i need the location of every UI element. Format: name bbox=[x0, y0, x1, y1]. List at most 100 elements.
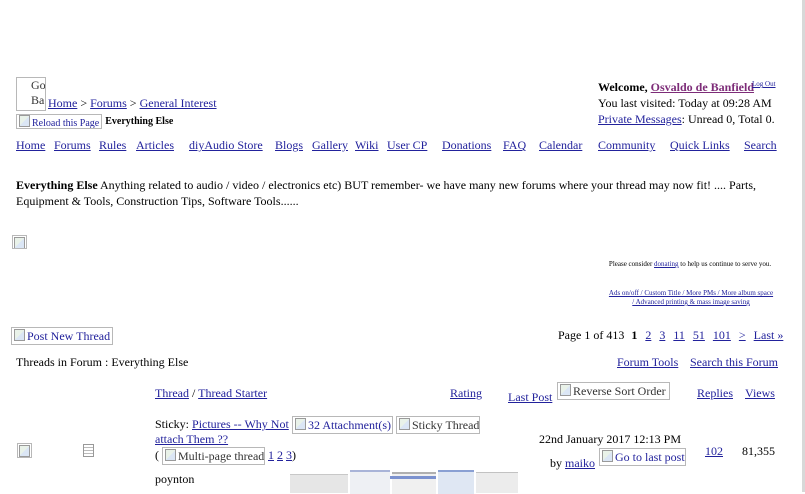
threads-in-forum-name: : Everything Else bbox=[105, 355, 189, 369]
pagination: Page 1 of 413 1 2 3 11 51 101 > Last » bbox=[558, 328, 783, 343]
attachment-thumbnail bbox=[350, 470, 390, 494]
reload-alt-text: Reload this Page bbox=[32, 117, 100, 129]
col-separator: / bbox=[191, 386, 196, 400]
nav-donations[interactable]: Donations bbox=[442, 138, 491, 153]
thread-title-line-1: Sticky: Pictures -- Why Not bbox=[155, 417, 289, 432]
thread-status-icon bbox=[17, 443, 32, 458]
donate-perks-link-1[interactable]: Ads on/off / Custom Title / More PMs / M… bbox=[609, 289, 773, 297]
post-new-thread-alt: Post New Thread bbox=[27, 329, 111, 343]
nav-blogs[interactable]: Blogs bbox=[275, 138, 303, 153]
attachment-thumbnail bbox=[438, 470, 474, 494]
nav-articles[interactable]: Articles bbox=[136, 138, 174, 153]
multipage-icon bbox=[165, 449, 176, 461]
logo-alt-2: Ba bbox=[31, 93, 45, 107]
search-this-forum-menu[interactable]: Search this Forum bbox=[690, 355, 778, 370]
sort-by-views[interactable]: Views bbox=[745, 386, 775, 401]
private-messages-link[interactable]: Private Messages bbox=[598, 112, 682, 126]
reverse-sort-order-button[interactable]: Reverse Sort Order bbox=[557, 382, 670, 400]
logo-alt-1: Go bbox=[31, 78, 46, 92]
threads-in-forum-header: Threads in Forum : Everything Else bbox=[16, 355, 188, 370]
go-to-last-post-button[interactable]: Go to last post bbox=[599, 448, 686, 466]
open-paren: ( bbox=[155, 448, 159, 462]
close-paren: ) bbox=[292, 448, 296, 462]
nav-quick-links[interactable]: Quick Links bbox=[670, 138, 730, 153]
page-current: 1 bbox=[631, 328, 638, 342]
col-thread-header: Thread / Thread Starter bbox=[155, 386, 267, 401]
last-post-user-link[interactable]: maiko bbox=[565, 456, 595, 470]
page-11[interactable]: 11 bbox=[673, 328, 685, 342]
attachments-button[interactable]: 32 Attachment(s) bbox=[292, 416, 393, 434]
banner-image[interactable] bbox=[12, 235, 27, 249]
donate-post-text: to help us continue to serve you. bbox=[680, 260, 772, 268]
nav-faq[interactable]: FAQ bbox=[503, 138, 526, 153]
threads-in-forum-label: Threads in Forum bbox=[16, 355, 102, 369]
last-visited-text: You last visited: Today at 09:28 AM bbox=[598, 96, 772, 110]
reload-icon bbox=[19, 114, 30, 127]
pin-icon bbox=[399, 418, 410, 430]
thread-title-link-cont[interactable]: attach Them ?? bbox=[155, 432, 228, 447]
thread-page-1[interactable]: 1 bbox=[268, 448, 274, 462]
attachment-thumbnail bbox=[290, 474, 348, 493]
sticky-thread-icon: Sticky Thread bbox=[396, 416, 480, 434]
nav-community[interactable]: Community bbox=[598, 138, 655, 153]
nav-search[interactable]: Search bbox=[744, 138, 777, 153]
post-icon bbox=[83, 444, 94, 457]
logout-link[interactable]: Log Out bbox=[752, 80, 776, 88]
breadcrumb-general-interest[interactable]: General Interest bbox=[140, 96, 217, 110]
forum-description-title: Everything Else bbox=[16, 178, 98, 192]
reload-page-button[interactable]: Reload this Page bbox=[16, 113, 103, 129]
donate-perks-link-2[interactable]: / Advanced printing & mass image saving bbox=[632, 298, 749, 306]
page-101[interactable]: 101 bbox=[713, 328, 731, 342]
sort-by-last-post[interactable]: Last Post bbox=[508, 390, 552, 405]
current-forum-title: Everything Else bbox=[105, 116, 174, 127]
sort-by-replies[interactable]: Replies bbox=[697, 386, 733, 401]
nav-diyaudio-store[interactable]: diyAudio Store bbox=[189, 138, 263, 153]
page-last[interactable]: Last » bbox=[754, 328, 784, 342]
reload-row: Reload this Page Everything Else bbox=[16, 113, 173, 129]
sort-by-thread-starter[interactable]: Thread Starter bbox=[198, 386, 267, 400]
page-label: Page 1 of 413 bbox=[558, 328, 625, 342]
welcome-label: Welcome, bbox=[598, 80, 648, 94]
breadcrumb-separator: > bbox=[80, 96, 88, 110]
last-post-date: 22nd January 2017 12:13 PM bbox=[539, 432, 681, 446]
thread-starter: poynton bbox=[155, 472, 195, 486]
breadcrumb-home[interactable]: Home bbox=[48, 96, 77, 110]
nav-calendar[interactable]: Calendar bbox=[539, 138, 582, 153]
attachment-thumbnail bbox=[476, 472, 518, 493]
private-messages: Private Messages: Unread 0, Total 0. bbox=[598, 112, 775, 127]
thread-title-link[interactable]: Pictures -- Why Not bbox=[192, 417, 289, 431]
forum-description: Everything Else Anything related to audi… bbox=[16, 177, 786, 209]
sort-icon bbox=[560, 384, 571, 396]
donate-pre-text: Please consider bbox=[608, 260, 653, 268]
nav-user-cp[interactable]: User CP bbox=[387, 138, 427, 153]
breadcrumb-separator: > bbox=[129, 96, 137, 110]
forum-tools-menu[interactable]: Forum Tools bbox=[617, 355, 678, 370]
nav-gallery[interactable]: Gallery bbox=[312, 138, 348, 153]
page-next[interactable]: > bbox=[739, 328, 746, 342]
page-51[interactable]: 51 bbox=[693, 328, 705, 342]
replies-count-link[interactable]: 102 bbox=[705, 444, 723, 459]
donate-box: Please consider donating to help us cont… bbox=[602, 260, 778, 269]
thread-pages: ( Multi-page thread 1 2 3) bbox=[155, 447, 296, 465]
sticky-label: Sticky: bbox=[155, 417, 190, 431]
user-welcome: Welcome, Osvaldo de Banfield bbox=[598, 80, 754, 95]
multipage-alt: Multi-page thread bbox=[178, 449, 265, 463]
donate-link[interactable]: donating bbox=[654, 260, 679, 268]
nav-home[interactable]: Home bbox=[16, 138, 45, 153]
post-new-thread-button[interactable]: Post New Thread bbox=[11, 327, 113, 345]
breadcrumb-forums[interactable]: Forums bbox=[90, 96, 127, 110]
sort-by-thread[interactable]: Thread bbox=[155, 386, 189, 400]
attachment-thumbnails bbox=[290, 468, 518, 494]
nav-wiki[interactable]: Wiki bbox=[355, 138, 379, 153]
username-link[interactable]: Osvaldo de Banfield bbox=[651, 80, 754, 94]
page-3[interactable]: 3 bbox=[659, 328, 665, 342]
page-2[interactable]: 2 bbox=[645, 328, 651, 342]
thread-page-2[interactable]: 2 bbox=[277, 448, 283, 462]
new-thread-icon bbox=[14, 329, 25, 341]
nav-rules[interactable]: Rules bbox=[99, 138, 126, 153]
nav-forums[interactable]: Forums bbox=[54, 138, 91, 153]
multi-page-thread-icon: Multi-page thread bbox=[162, 447, 265, 465]
site-logo[interactable]: Go Ba bbox=[16, 77, 46, 111]
image-placeholder-icon bbox=[19, 445, 30, 457]
sort-by-rating[interactable]: Rating bbox=[450, 386, 482, 401]
